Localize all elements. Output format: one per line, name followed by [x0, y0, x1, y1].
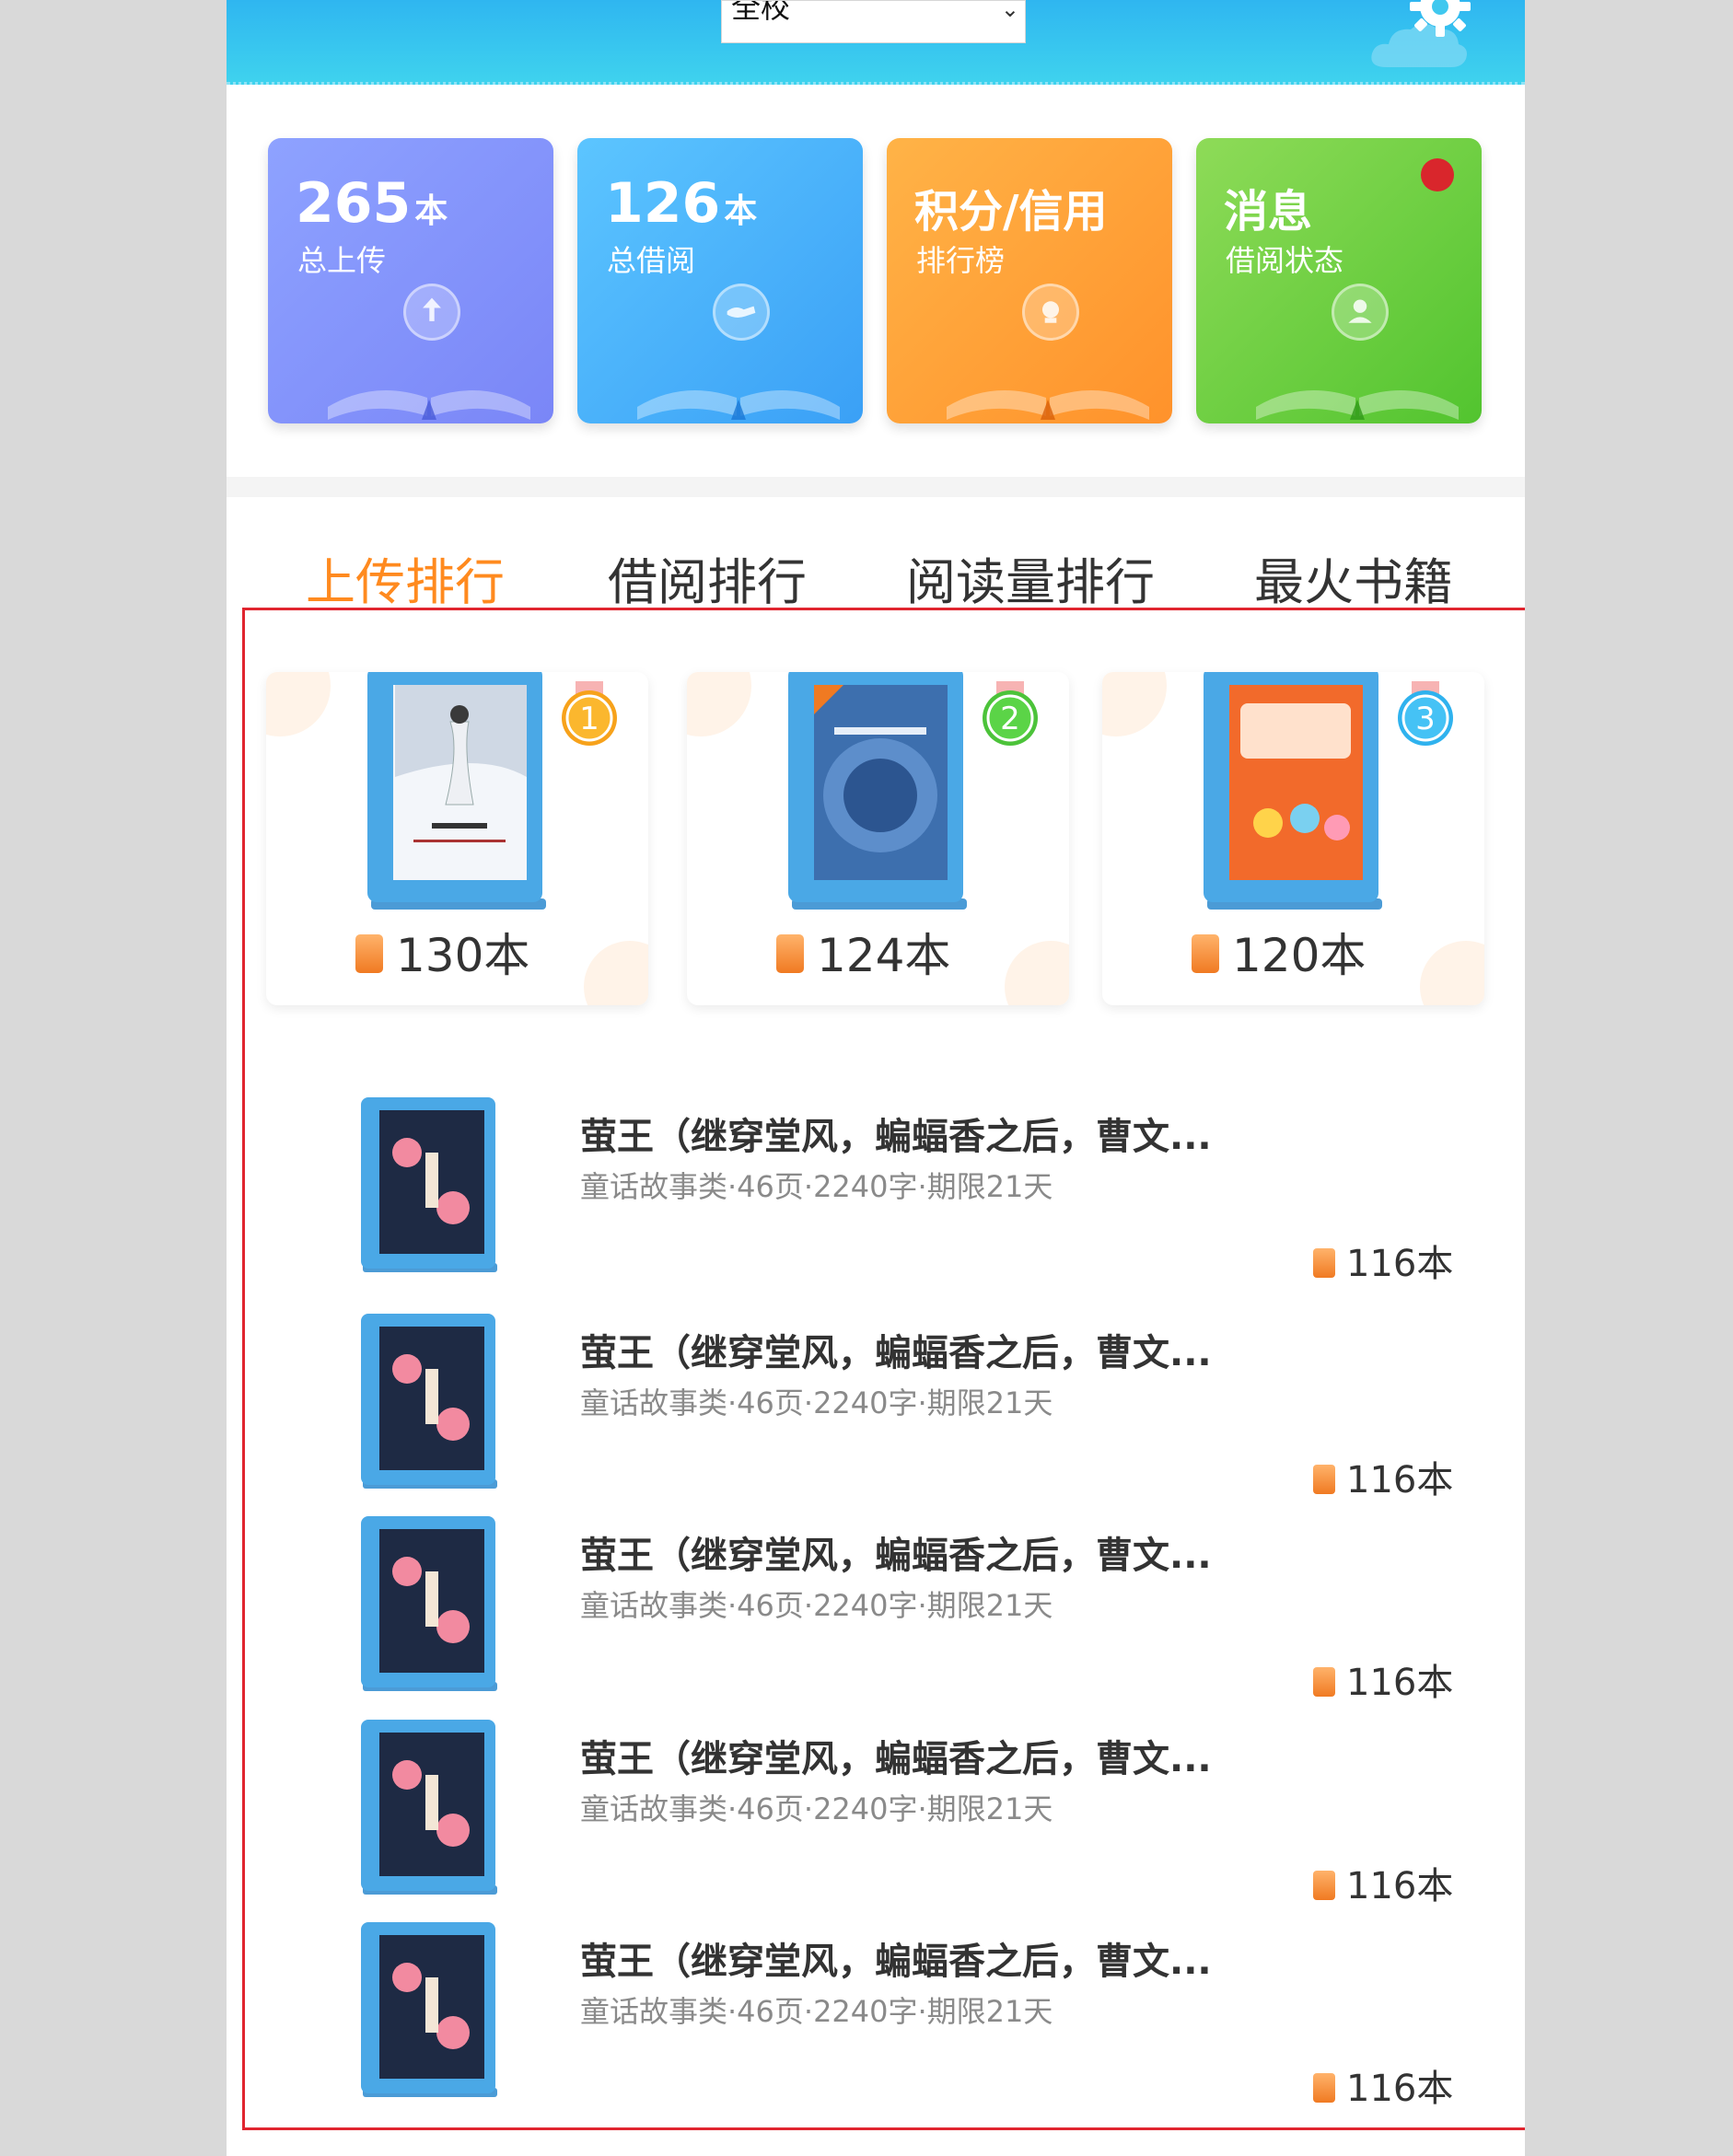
gear-icon[interactable] [1408, 0, 1472, 39]
stat-card-messages[interactable]: 消息 借阅状态 [1196, 138, 1482, 423]
book-count-icon [355, 934, 383, 973]
stat-label: 总借阅 [607, 243, 696, 278]
book-count: 116本 [1313, 1450, 1453, 1503]
stat-label: 总上传 [297, 243, 387, 278]
book-meta: 童话故事类·46页·2240字·期限21天 [580, 1994, 1053, 2029]
open-book-icon [1256, 390, 1459, 420]
school-select[interactable]: 全校 ⌄ [721, 0, 1026, 43]
book-title: 萤王（继穿堂风，蝙蝠香之后，曹文... [580, 1941, 1212, 1983]
book-cover [367, 672, 546, 910]
book-count: 116本 [1313, 1234, 1453, 1287]
book-cover [361, 1720, 497, 1895]
stat-value: 消息 [1224, 186, 1313, 238]
top-book-count: 124本 [776, 919, 950, 985]
stat-label: 借阅状态 [1226, 243, 1344, 278]
list-item[interactable]: 萤王（继穿堂风，蝙蝠香之后，曹文... 童话故事类·46页·2240字·期限21… [227, 1314, 1525, 1501]
book-title: 萤王（继穿堂风，蝙蝠香之后，曹文... [580, 1738, 1212, 1780]
top-book-count: 120本 [1192, 919, 1366, 985]
stat-label: 排行榜 [916, 243, 1006, 278]
list-item[interactable]: 萤王（继穿堂风，蝙蝠香之后，曹文... 童话故事类·46页·2240字·期限21… [227, 1516, 1525, 1704]
book-title: 萤王（继穿堂风，蝙蝠香之后，曹文... [580, 1116, 1212, 1158]
book-meta: 童话故事类·46页·2240字·期限21天 [580, 1791, 1053, 1826]
stat-card-points[interactable]: 积分/信用 排行榜 [887, 138, 1172, 423]
rank-medal-3: 3 [1398, 681, 1453, 746]
top-book-card-1[interactable]: 1 130本 [266, 672, 648, 1005]
rank-medal-2: 2 [983, 681, 1038, 746]
open-book-icon [637, 390, 840, 420]
book-count: 116本 [1313, 1856, 1453, 1909]
book-count-icon [1313, 1871, 1335, 1900]
book-meta: 童话故事类·46页·2240字·期限21天 [580, 1169, 1053, 1204]
book-count-icon [1313, 1248, 1335, 1278]
book-cover [361, 1516, 497, 1691]
tab-hot-books[interactable]: 最火书籍 [1254, 541, 1453, 614]
top-book-card-3[interactable]: 3 120本 [1102, 672, 1484, 1005]
rank-number: 2 [1000, 701, 1020, 737]
app-screen: 全校 ⌄ 265 本 总上传 126 本 总借阅 积分/信用 排行榜 消息 借阅… [227, 0, 1525, 2156]
stat-value: 265 本 [296, 171, 448, 236]
list-item[interactable]: 萤王（继穿堂风，蝙蝠香之后，曹文... 童话故事类·46页·2240字·期限21… [227, 1922, 1525, 2110]
book-count: 116本 [1313, 1652, 1453, 1706]
tab-borrow-ranking[interactable]: 借阅排行 [608, 541, 807, 614]
tab-reading-ranking[interactable]: 阅读量排行 [906, 541, 1155, 614]
rank-number: 1 [579, 701, 599, 737]
section-divider [227, 477, 1525, 497]
open-book-icon [947, 390, 1149, 420]
top-book-card-2[interactable]: 2 124本 [687, 672, 1069, 1005]
book-count-icon [1192, 934, 1219, 973]
upload-icon [403, 284, 460, 341]
book-count-icon [1313, 2073, 1335, 2103]
tab-upload-ranking[interactable]: 上传排行 [306, 541, 505, 614]
book-cover [788, 672, 967, 910]
user-icon [1332, 284, 1389, 341]
stat-card-borrows[interactable]: 126 本 总借阅 [577, 138, 863, 423]
stat-value: 126 本 [605, 171, 758, 236]
book-cover [361, 1314, 497, 1489]
book-count: 116本 [1313, 2058, 1453, 2112]
book-title: 萤王（继穿堂风，蝙蝠香之后，曹文... [580, 1332, 1212, 1374]
book-meta: 童话故事类·46页·2240字·期限21天 [580, 1385, 1053, 1420]
rank-medal-1: 1 [562, 681, 617, 746]
list-item[interactable]: 萤王（继穿堂风，蝙蝠香之后，曹文... 童话故事类·46页·2240字·期限21… [227, 1720, 1525, 1907]
book-cover [1204, 672, 1382, 910]
book-meta: 童话故事类·46页·2240字·期限21天 [580, 1588, 1053, 1623]
trophy-icon [1022, 284, 1079, 341]
top-book-count: 130本 [355, 919, 529, 985]
chevron-down-icon: ⌄ [1000, 0, 1019, 22]
book-count-icon [1313, 1667, 1335, 1697]
list-item[interactable]: 萤王（继穿堂风，蝙蝠香之后，曹文... 童话故事类·46页·2240字·期限21… [227, 1097, 1525, 1285]
handshake-icon [713, 284, 770, 341]
rank-number: 3 [1415, 701, 1436, 737]
top-bar: 全校 ⌄ [227, 0, 1525, 85]
stat-card-uploads[interactable]: 265 本 总上传 [268, 138, 553, 423]
book-cover [361, 1922, 497, 2097]
unread-dot [1421, 158, 1454, 191]
book-title: 萤王（继穿堂风，蝙蝠香之后，曹文... [580, 1535, 1212, 1577]
open-book-icon [328, 390, 530, 420]
book-cover [361, 1097, 497, 1272]
stat-value: 积分/信用 [914, 186, 1108, 238]
book-count-icon [1313, 1465, 1335, 1494]
school-select-value: 全校 [731, 0, 791, 25]
book-count-icon [776, 934, 804, 973]
